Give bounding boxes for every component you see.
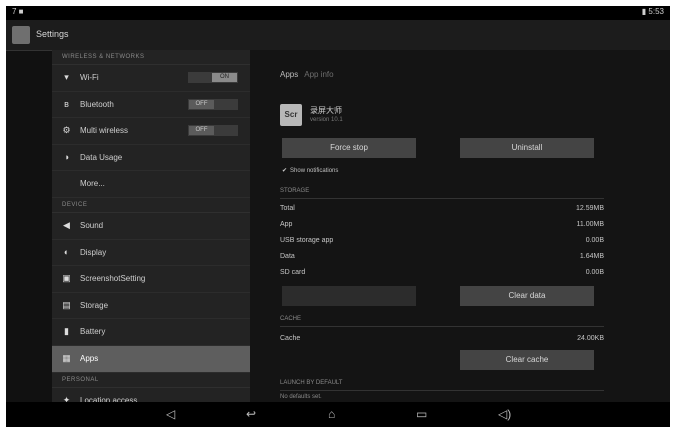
storage-row-label: Total	[280, 205, 295, 212]
show-notifications-checkbox[interactable]: ✔ Show notifications	[282, 167, 338, 174]
clear-data-button[interactable]: Clear data	[460, 286, 594, 306]
bluetooth-icon: ʙ	[64, 98, 69, 109]
sidebar-item-storage[interactable]: ▤ Storage	[52, 293, 250, 320]
storage-row: App 11.00MB	[280, 218, 604, 232]
toggle-state: OFF	[189, 126, 214, 136]
storage-row-value: 1.64MB	[579, 253, 604, 260]
sidebar-item-battery[interactable]: ▮ Battery	[52, 319, 250, 346]
divider	[280, 198, 604, 199]
app-version: version 10.1	[310, 117, 343, 123]
app-info-panel: Apps App info Scr 录屏大师 version 10.1 Force…	[270, 50, 604, 402]
cache-row-label: Cache	[280, 335, 301, 342]
storage-row-value: 12.59MB	[575, 205, 604, 212]
sidebar-item-data-usage[interactable]: ◑ Data Usage	[52, 145, 250, 172]
sidebar-item-apps[interactable]: ▦ Apps	[52, 345, 250, 373]
storage-row: Data 1.64MB	[280, 250, 604, 264]
storage-row-value: 0.00B	[585, 237, 604, 244]
recent-apps-icon[interactable]: ▭	[416, 405, 427, 423]
bluetooth-toggle[interactable]: OFF	[188, 98, 238, 110]
apps-icon: ▦	[62, 352, 71, 363]
breadcrumb-title: Apps	[280, 70, 299, 79]
wifi-icon: ▾	[64, 72, 69, 82]
section-header-personal: PERSONAL	[52, 373, 250, 388]
show-notifications-label: Show notifications	[290, 168, 339, 174]
sidebar-item-label: ScreenshotSetting	[80, 274, 146, 284]
breadcrumb-sub: App info	[304, 70, 334, 79]
wifi-toggle[interactable]: ON	[188, 72, 238, 83]
sidebar-item-label: Data Usage	[80, 152, 123, 162]
sidebar-item-label: Bluetooth	[80, 99, 114, 109]
launch-defaults-text: No defaults set.	[280, 394, 322, 400]
storage-row: SD card 0.00B	[280, 266, 604, 280]
storage-row: USB storage app 0.00B	[280, 234, 604, 248]
sidebar-item-bluetooth[interactable]: ʙ Bluetooth OFF	[52, 92, 250, 119]
app-title: Settings	[36, 29, 69, 39]
storage-row-label: Data	[280, 253, 295, 260]
sidebar-item-label: Multi wireless	[80, 126, 129, 136]
sidebar-item-more[interactable]: More...	[52, 171, 250, 198]
divider	[280, 326, 604, 327]
settings-app-icon[interactable]	[12, 26, 30, 44]
sidebar-item-label: Storage	[80, 300, 109, 310]
battery-icon: ▮	[64, 326, 69, 337]
sidebar-item-wifi[interactable]: ▾ Wi-Fi ON	[52, 65, 250, 92]
back-icon[interactable]: ↩	[246, 405, 256, 423]
volume-down-icon[interactable]: ◁	[166, 405, 175, 423]
force-stop-button[interactable]: Force stop	[282, 138, 416, 158]
cache-row-value: 24.00KB	[577, 335, 604, 342]
sidebar-item-label: More...	[80, 179, 105, 189]
settings-sidebar: WIRELESS & NETWORKS ▾ Wi-Fi ON ʙ Bluetoo…	[52, 50, 250, 402]
toggle-state: ON	[212, 73, 237, 82]
sidebar-item-sound[interactable]: ◀ Sound	[52, 213, 250, 240]
status-left-text: 7 ■	[12, 7, 24, 16]
sidebar-item-label: Location access	[80, 395, 138, 402]
divider	[280, 390, 604, 391]
storage-row-label: USB storage app	[280, 237, 334, 244]
app-info-pane: Apps App info Scr 录屏大师 version 10.1 Force…	[250, 50, 670, 402]
app-icon: Scr	[280, 104, 302, 126]
sidebar-item-label: Wi-Fi	[80, 73, 99, 82]
screenshot-icon: ▣	[62, 273, 71, 284]
sidebar-item-display[interactable]: ◐ Display	[52, 240, 250, 267]
status-right-text: ▮ 5:53	[641, 7, 664, 16]
storage-row-value: 0.00B	[585, 269, 604, 276]
sidebar-item-screenshot-setting[interactable]: ▣ ScreenshotSetting	[52, 266, 250, 293]
app-name: 录屏大师	[310, 106, 342, 115]
cache-row: Cache 24.00KB	[280, 332, 604, 346]
cache-section-header: CACHE	[280, 316, 302, 322]
uninstall-button[interactable]: Uninstall	[460, 138, 594, 158]
clear-cache-button[interactable]: Clear cache	[460, 350, 594, 370]
storage-row-label: App	[280, 221, 293, 228]
section-header-device: DEVICE	[52, 198, 250, 213]
multi-wireless-toggle[interactable]: OFF	[188, 125, 238, 137]
multi-wireless-icon: ⚙	[62, 125, 71, 136]
storage-icon: ▤	[62, 299, 71, 310]
storage-section-header: STORAGE	[280, 188, 310, 194]
volume-up-icon[interactable]: ◁)	[498, 405, 511, 423]
display-icon: ◐	[63, 246, 70, 257]
sidebar-item-label: Battery	[80, 327, 106, 337]
sidebar-item-label: Display	[80, 247, 107, 257]
sound-icon: ◀	[63, 219, 70, 230]
storage-row: Total 12.59MB	[280, 202, 604, 216]
checkmark-icon: ✔	[282, 168, 288, 174]
status-bar: 7 ■ ▮ 5:53	[6, 6, 670, 20]
data-usage-icon: ◑	[63, 151, 70, 162]
screen: 7 ■ ▮ 5:53 Settings WIRELESS & NETWORKS …	[6, 6, 670, 427]
sidebar-item-label: Apps	[80, 353, 99, 363]
sidebar-item-location-access[interactable]: ✦ Location access	[52, 388, 250, 402]
sidebar-item-multi-wireless[interactable]: ⚙ Multi wireless OFF	[52, 118, 250, 145]
navigation-bar: ◁ ↩ ⌂ ▭ ◁)	[6, 402, 670, 427]
breadcrumb: Apps App info	[280, 70, 334, 79]
storage-row-value: 11.00MB	[576, 221, 605, 228]
storage-row-label: SD card	[280, 269, 306, 276]
toggle-state: OFF	[189, 99, 214, 109]
launch-section-header: LAUNCH BY DEFAULT	[280, 380, 343, 386]
action-bar: Settings	[6, 20, 670, 51]
section-header-wireless: WIRELESS & NETWORKS	[52, 50, 250, 65]
home-icon[interactable]: ⌂	[328, 405, 335, 423]
disabled-placeholder-button	[282, 286, 416, 306]
sidebar-item-label: Sound	[80, 220, 104, 230]
